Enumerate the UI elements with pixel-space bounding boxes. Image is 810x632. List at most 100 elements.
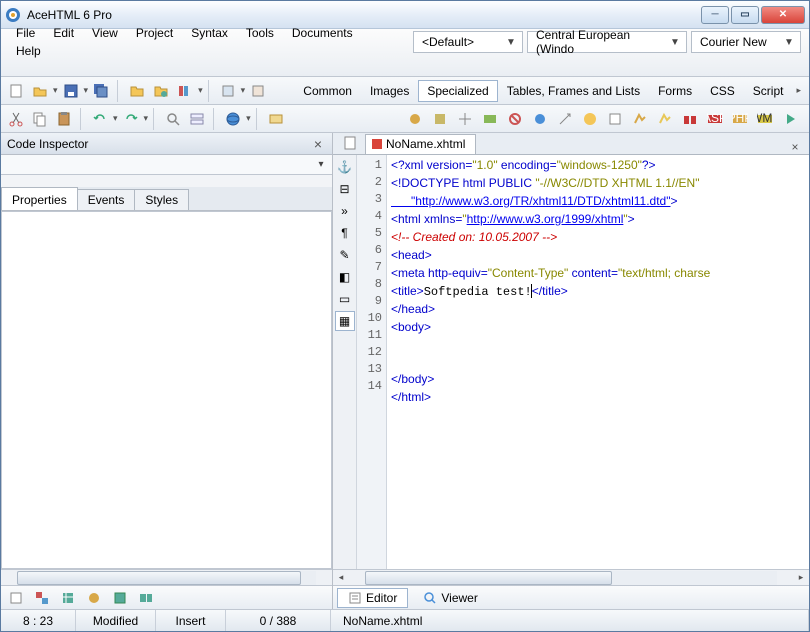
main-area: Code Inspector × ▾ Properties Events Sty…: [1, 133, 809, 609]
tag-button[interactable]: [265, 108, 287, 130]
tool-a-button[interactable]: [217, 80, 239, 102]
font-dropdown[interactable]: Courier New▼: [691, 31, 801, 53]
encoding-dropdown[interactable]: Central European (Windo▼: [527, 31, 687, 53]
sp-icon-wml[interactable]: WML: [754, 108, 776, 130]
sp-icon-php[interactable]: PHP: [729, 108, 751, 130]
menu-edit[interactable]: Edit: [44, 24, 83, 42]
close-button[interactable]: ✕: [761, 6, 805, 24]
file-icon[interactable]: [339, 133, 361, 154]
left-panel: Code Inspector × ▾ Properties Events Sty…: [1, 133, 333, 609]
folder-button[interactable]: [126, 80, 148, 102]
modified-indicator-icon: [372, 139, 382, 149]
sp-icon-3[interactable]: [454, 108, 476, 130]
sp-icon-2[interactable]: [429, 108, 451, 130]
left-bottom-toolbar: [1, 585, 332, 609]
vt-palette-icon[interactable]: ◧: [335, 267, 355, 287]
copy-button[interactable]: [29, 108, 51, 130]
lb-icon-4[interactable]: [83, 587, 105, 609]
svg-text:WML: WML: [757, 111, 773, 125]
cat-specialized[interactable]: Specialized: [418, 80, 497, 102]
sp-icon-12[interactable]: [679, 108, 701, 130]
minimize-button[interactable]: ─: [701, 6, 729, 24]
code-editor[interactable]: ⚓ ⊟ » ¶ ✎ ◧ ▭ ▦ 1234567891011121314 <?xm…: [333, 155, 809, 569]
panel-close-icon[interactable]: ×: [310, 136, 326, 152]
lb-icon-3[interactable]: [57, 587, 79, 609]
vt-comment-icon[interactable]: ▭: [335, 289, 355, 309]
tab-styles[interactable]: Styles: [134, 189, 189, 210]
vt-grid-icon[interactable]: ▦: [335, 311, 355, 331]
code-area[interactable]: <?xml version="1.0" encoding="windows-12…: [387, 155, 809, 569]
paste-button[interactable]: [53, 108, 75, 130]
save-all-button[interactable]: [90, 80, 112, 102]
tab-events[interactable]: Events: [77, 189, 136, 210]
sp-icon-11[interactable]: [654, 108, 676, 130]
file-tab-label: NoName.xhtml: [386, 137, 465, 151]
left-scrollbar[interactable]: [1, 569, 332, 585]
sp-icon-10[interactable]: [629, 108, 651, 130]
open-file-button[interactable]: [29, 80, 51, 102]
sp-icon-play[interactable]: [779, 108, 801, 130]
editor-panel: NoName.xhtml × ⚓ ⊟ » ¶ ✎ ◧ ▭ ▦ 123456789…: [333, 133, 809, 609]
view-tab-editor[interactable]: Editor: [337, 588, 408, 608]
line-gutter: 1234567891011121314: [357, 155, 387, 569]
panel-selector[interactable]: ▾: [1, 155, 332, 175]
status-state: Modified: [76, 610, 156, 631]
redo-button[interactable]: [120, 108, 142, 130]
cat-script[interactable]: Script: [744, 80, 793, 102]
sp-icon-8[interactable]: [579, 108, 601, 130]
cat-tables[interactable]: Tables, Frames and Lists: [498, 80, 649, 102]
preview-button[interactable]: [222, 108, 244, 130]
status-mode: Insert: [156, 610, 226, 631]
cut-button[interactable]: [5, 108, 27, 130]
new-file-button[interactable]: [5, 80, 27, 102]
chevron-down-icon: ▾: [314, 159, 328, 170]
menu-documents[interactable]: Documents: [283, 24, 362, 42]
editor-icon: [348, 591, 362, 605]
menu-syntax[interactable]: Syntax: [182, 24, 237, 42]
cat-images[interactable]: Images: [361, 80, 418, 102]
cat-forms[interactable]: Forms: [649, 80, 701, 102]
editor-scrollbar-h[interactable]: ◂ ▸: [333, 569, 809, 585]
file-tab-close-icon[interactable]: ×: [787, 140, 803, 154]
folder2-button[interactable]: [150, 80, 172, 102]
sp-icon-asp[interactable]: ASP: [704, 108, 726, 130]
menu-help[interactable]: Help: [7, 42, 377, 60]
lb-icon-1[interactable]: [5, 587, 27, 609]
cat-common[interactable]: Common: [294, 80, 361, 102]
vt-expand-icon[interactable]: »: [335, 201, 355, 221]
status-position: 8 : 23: [1, 610, 76, 631]
find-button[interactable]: [162, 108, 184, 130]
lb-icon-6[interactable]: [135, 587, 157, 609]
undo-button[interactable]: [89, 108, 111, 130]
lb-icon-5[interactable]: [109, 587, 131, 609]
view-tab-viewer[interactable]: Viewer: [412, 588, 488, 608]
menu-tools[interactable]: Tools: [237, 24, 283, 42]
cat-css[interactable]: CSS: [701, 80, 744, 102]
panel-header: Code Inspector ×: [1, 133, 332, 155]
vt-pencil-icon[interactable]: ✎: [335, 245, 355, 265]
sp-icon-4[interactable]: [479, 108, 501, 130]
file-tab-active[interactable]: NoName.xhtml: [365, 134, 476, 154]
sp-icon-7[interactable]: [554, 108, 576, 130]
lb-icon-2[interactable]: [31, 587, 53, 609]
sp-icon-6[interactable]: [529, 108, 551, 130]
menu-view[interactable]: View: [83, 24, 127, 42]
vt-anchor-icon[interactable]: ⚓: [335, 157, 355, 177]
sp-icon-1[interactable]: [404, 108, 426, 130]
vt-ruler-icon[interactable]: ⊟: [335, 179, 355, 199]
replace-button[interactable]: [186, 108, 208, 130]
sp-icon-9[interactable]: [604, 108, 626, 130]
vt-pilcrow-icon[interactable]: ¶: [335, 223, 355, 243]
books-button[interactable]: [174, 80, 196, 102]
maximize-button[interactable]: ▭: [731, 6, 759, 24]
menu-bar: File Edit View Project Syntax Tools Docu…: [1, 29, 809, 77]
editor-vtoolbar: ⚓ ⊟ » ¶ ✎ ◧ ▭ ▦: [333, 155, 357, 569]
menu-file[interactable]: File: [7, 24, 44, 42]
tab-properties[interactable]: Properties: [1, 187, 78, 210]
menu-project[interactable]: Project: [127, 24, 182, 42]
sp-icon-5[interactable]: [504, 108, 526, 130]
tool-b-button[interactable]: [247, 80, 269, 102]
preset-dropdown[interactable]: <Default>▼: [413, 31, 523, 53]
editor-view-tabs: Editor Viewer: [333, 585, 809, 609]
save-button[interactable]: [60, 80, 82, 102]
